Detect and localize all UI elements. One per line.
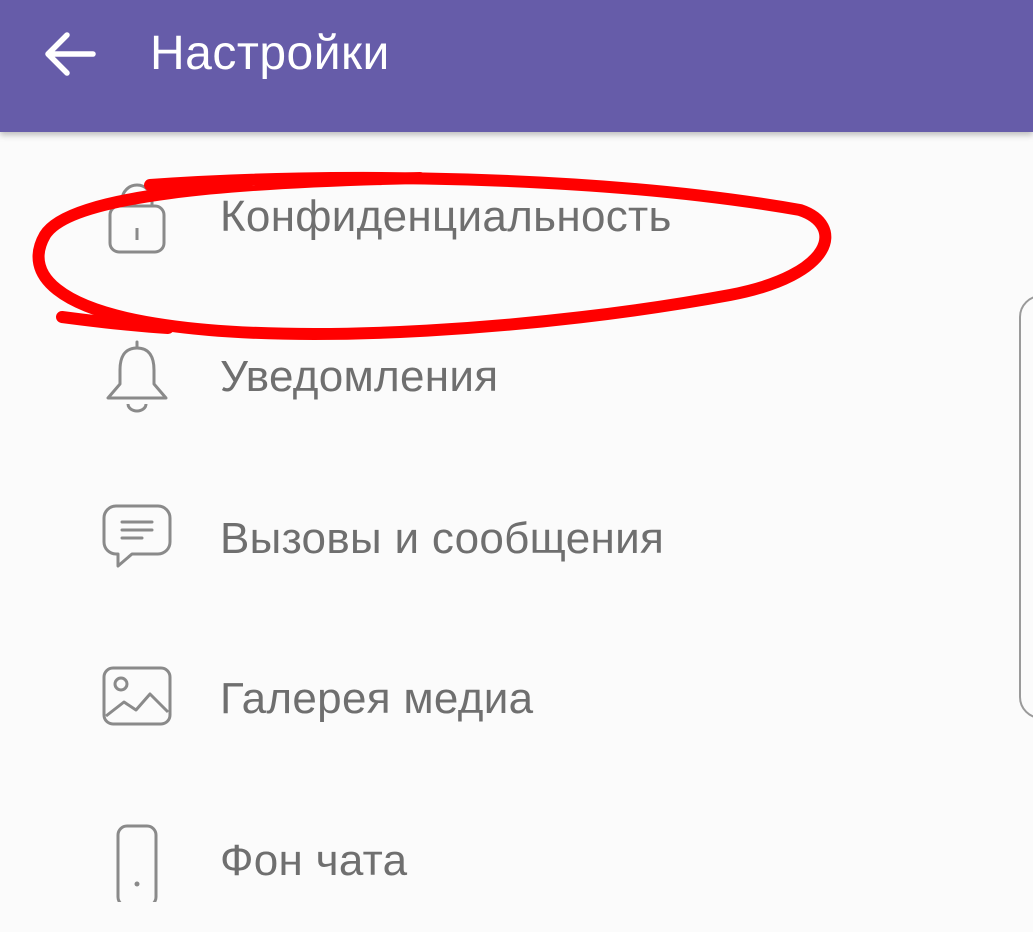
settings-item-label: Уведомления <box>220 352 499 401</box>
settings-item-label: Конфиденциальность <box>220 192 672 241</box>
settings-item-chat-background[interactable]: Фон чата <box>0 782 1000 932</box>
settings-item-label: Галерея медиа <box>220 674 534 723</box>
image-gallery-icon <box>102 666 172 726</box>
settings-item-media-gallery[interactable]: Галерея медиа <box>0 622 1000 772</box>
page-title: Настройки <box>150 27 390 80</box>
app-bar: Настройки <box>0 0 1033 132</box>
settings-item-notifications[interactable]: Уведомления <box>0 302 1000 452</box>
lock-icon <box>108 183 166 254</box>
settings-item-privacy[interactable]: Конфиденциальность <box>0 142 1000 292</box>
settings-item-label: Фон чата <box>220 836 408 885</box>
settings-item-calls-messages[interactable]: Вызовы и сообщения <box>0 462 1000 612</box>
settings-item-label: Вызовы и сообщения <box>220 514 665 563</box>
arrow-left-icon <box>45 32 96 76</box>
bell-icon <box>106 340 168 413</box>
chat-bubble-icon <box>102 504 172 568</box>
back-button[interactable] <box>30 22 110 86</box>
settings-list: Конфиденциальность Уведомления Вызовы и … <box>0 132 1033 902</box>
side-panel-edge <box>1019 295 1033 719</box>
phone-icon <box>116 824 158 902</box>
